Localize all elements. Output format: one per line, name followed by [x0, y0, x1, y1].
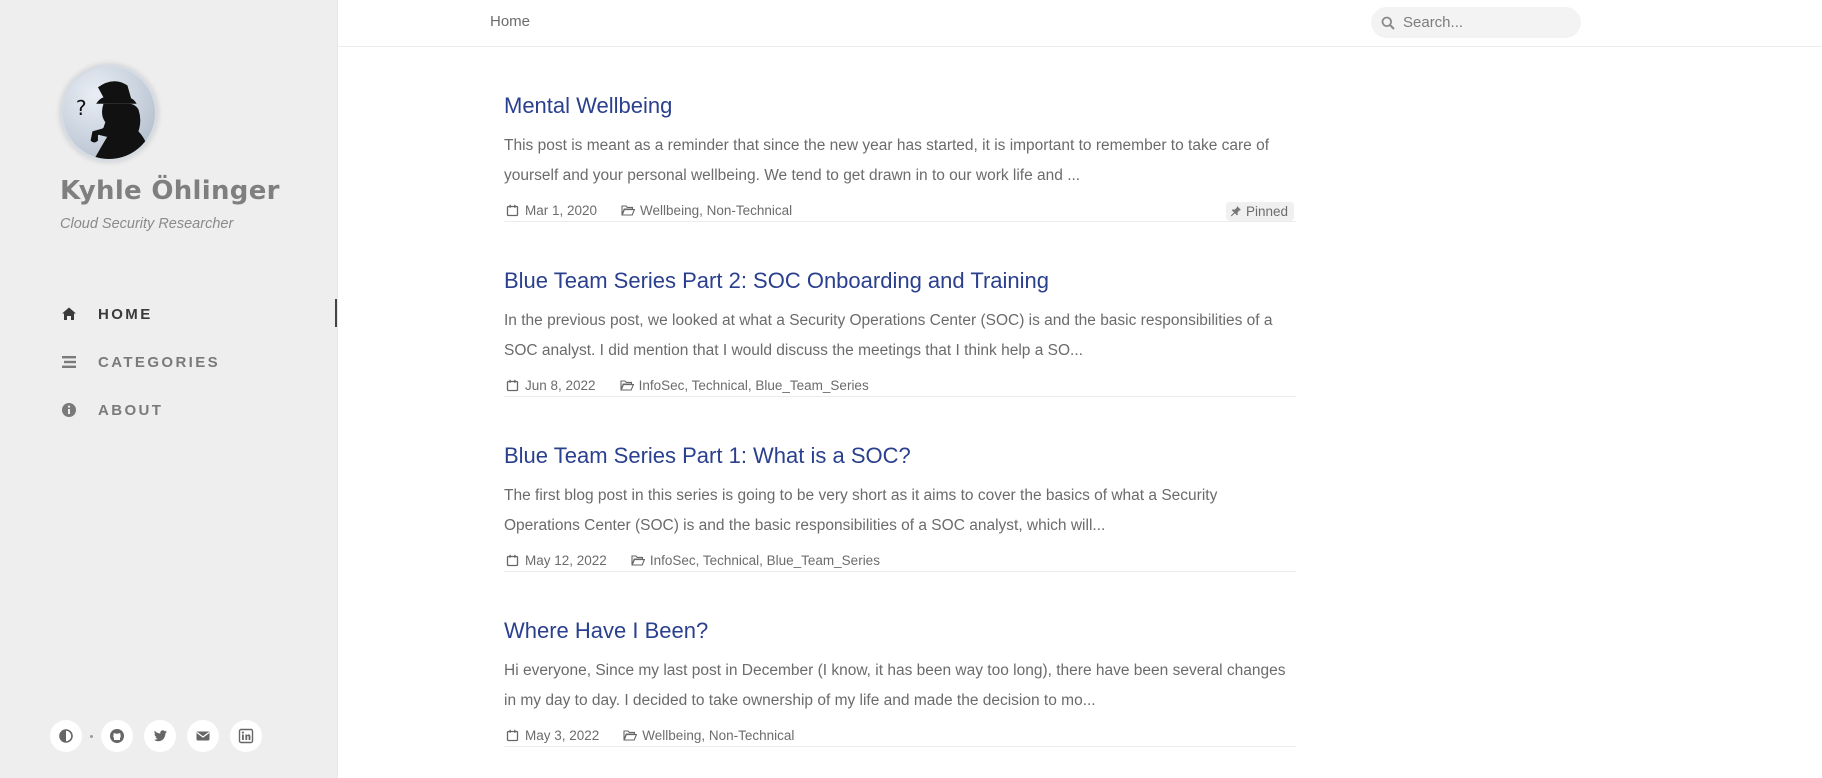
post-excerpt: Hi everyone, Since my last post in Decem… — [504, 662, 1286, 709]
home-icon — [60, 305, 78, 323]
email-icon — [196, 731, 210, 741]
nav-label-categories: CATEGORIES — [98, 353, 221, 371]
site-title[interactable]: Kyhle Öhlinger — [60, 176, 280, 206]
post-title-link[interactable]: Where Have I Been? — [504, 618, 708, 644]
post-item: Blue Team Series Part 2: SOC Onboarding … — [504, 222, 1296, 397]
github-link[interactable] — [101, 720, 133, 752]
twitter-icon — [153, 730, 167, 742]
pinned-label: Pinned — [1245, 204, 1288, 219]
linkedin-icon — [238, 728, 254, 744]
calendar-icon — [506, 729, 520, 743]
twitter-link[interactable] — [144, 720, 176, 752]
svg-text:?: ? — [76, 96, 87, 120]
detective-silhouette-icon: ? — [76, 81, 151, 159]
post-categories[interactable]: Wellbeing, Non-Technical — [642, 728, 794, 743]
post-title-link[interactable]: Blue Team Series Part 1: What is a SOC? — [504, 443, 911, 469]
pin-icon — [1230, 205, 1243, 218]
nav-item-categories[interactable]: CATEGORIES — [0, 338, 338, 386]
post-date: Mar 1, 2020 — [525, 203, 598, 218]
post-meta: May 12, 2022 InfoSec, Technical, Blue_Te… — [504, 553, 880, 568]
post-item: Blue Team Series Part 1: What is a SOC? … — [504, 397, 1296, 572]
post-date: May 3, 2022 — [525, 728, 600, 743]
theme-toggle-icon — [59, 729, 73, 743]
list-icon — [60, 353, 78, 371]
separator-dot — [90, 734, 93, 738]
site-subtitle: Cloud Security Researcher — [60, 216, 234, 232]
sidebar-social-links — [50, 720, 262, 752]
post-excerpt: The first blog post in this series is go… — [504, 487, 1218, 534]
email-link[interactable] — [187, 720, 219, 752]
calendar-icon — [506, 554, 520, 568]
post-meta: Mar 1, 2020 Wellbeing, Non-Technical — [504, 203, 792, 218]
search-box[interactable] — [1371, 7, 1581, 38]
post-date: May 12, 2022 — [525, 553, 607, 568]
folder-open-icon — [623, 729, 638, 743]
nav-item-home[interactable]: HOME — [0, 290, 338, 338]
post-item: Mental Wellbeing This post is meant as a… — [504, 47, 1296, 222]
avatar[interactable]: ? — [60, 64, 158, 162]
post-item: Where Have I Been? Hi everyone, Since my… — [504, 572, 1296, 747]
folder-open-icon — [621, 204, 636, 218]
github-icon — [110, 729, 124, 743]
search-input[interactable] — [1403, 14, 1563, 31]
post-title-link[interactable]: Blue Team Series Part 2: SOC Onboarding … — [504, 268, 1049, 294]
nav-item-about[interactable]: ABOUT — [0, 386, 338, 434]
pinned-badge: Pinned — [1225, 202, 1294, 221]
topbar: Home — [338, 0, 1822, 47]
search-icon — [1381, 16, 1395, 30]
post-categories[interactable]: Wellbeing, Non-Technical — [640, 203, 792, 218]
nav-label-home: HOME — [98, 305, 153, 323]
post-list: Mental Wellbeing This post is meant as a… — [504, 47, 1296, 747]
post-title-link[interactable]: Mental Wellbeing — [504, 93, 672, 119]
breadcrumb: Home — [490, 13, 531, 30]
post-meta: Jun 8, 2022 InfoSec, Technical, Blue_Tea… — [504, 378, 869, 393]
folder-open-icon — [619, 379, 634, 393]
post-categories[interactable]: InfoSec, Technical, Blue_Team_Series — [639, 378, 869, 393]
post-meta: May 3, 2022 Wellbeing, Non-Technical — [504, 728, 794, 743]
theme-toggle-button[interactable] — [50, 720, 82, 752]
post-categories[interactable]: InfoSec, Technical, Blue_Team_Series — [650, 553, 880, 568]
info-icon — [60, 401, 78, 419]
post-date: Jun 8, 2022 — [525, 378, 596, 393]
calendar-icon — [506, 204, 520, 218]
folder-open-icon — [631, 554, 645, 568]
linkedin-link[interactable] — [230, 720, 262, 752]
sidebar: ? Kyhle Öhlinger Cloud Security Research… — [0, 0, 338, 778]
post-excerpt: This post is meant as a reminder that si… — [504, 137, 1270, 184]
calendar-icon — [506, 379, 520, 393]
sidebar-nav: HOME CATEGORIES ABOUT — [0, 290, 338, 434]
post-excerpt: In the previous post, we looked at what … — [504, 312, 1273, 359]
nav-label-about: ABOUT — [98, 401, 164, 419]
